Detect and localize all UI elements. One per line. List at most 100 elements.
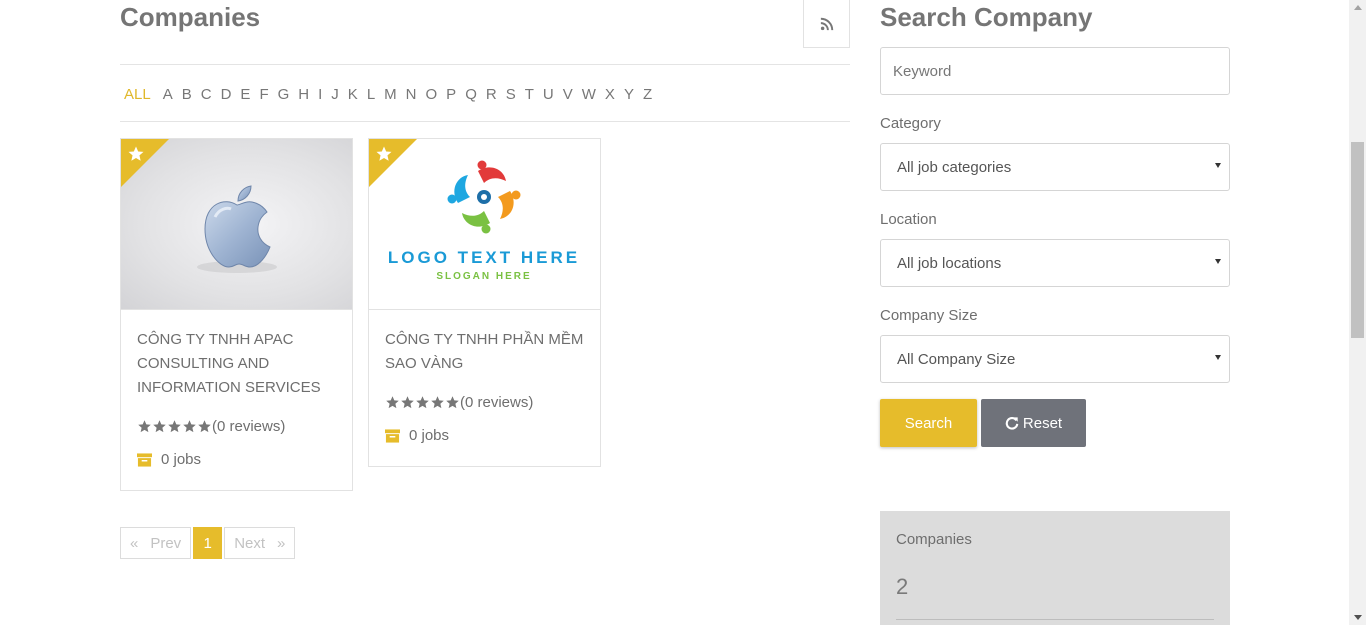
refresh-icon <box>1005 417 1019 430</box>
letter-filter-q[interactable]: Q <box>465 86 477 103</box>
company-name[interactable]: CÔNG TY TNHH PHẦN MỀM SAO VÀNG <box>385 328 584 376</box>
letter-filter-z[interactable]: Z <box>643 86 652 103</box>
letter-filter-r[interactable]: R <box>486 86 497 103</box>
letter-filter-l[interactable]: L <box>367 86 375 103</box>
star-icon <box>183 420 196 433</box>
location-value: All job locations <box>897 254 1002 272</box>
letter-filter-k[interactable]: K <box>348 86 358 103</box>
letter-filter-h[interactable]: H <box>298 86 309 103</box>
star-icon <box>198 420 211 433</box>
star-icon <box>416 396 429 409</box>
review-count[interactable]: (0 reviews) <box>212 418 285 435</box>
archive-icon <box>385 428 400 443</box>
rating-stars <box>137 419 212 434</box>
star-icon <box>128 146 144 161</box>
page: Companies ALL A B C D E F G H I J K L M N O P Q R S T U V W X Y Z <box>0 0 1366 625</box>
archive-icon <box>137 452 152 467</box>
next-page-button[interactable]: Next » <box>224 527 296 559</box>
alphabet-filter: ALL A B C D E F G H I J K L M N O P Q R S T U V W X Y Z <box>120 84 661 104</box>
location-select[interactable]: All job locations <box>880 239 1230 287</box>
company-stats-box: Companies 2 <box>880 511 1230 625</box>
logo-text: LOGO TEXT HERE <box>388 248 580 267</box>
company-rating: (0 reviews) <box>385 394 584 411</box>
scroll-down-icon[interactable] <box>1354 615 1362 620</box>
company-logo[interactable]: LOGO TEXT HERE SLOGAN HERE <box>369 139 600 310</box>
stats-divider <box>896 619 1214 620</box>
letter-filter-a[interactable]: A <box>163 86 173 103</box>
caret-down-icon <box>1215 259 1221 264</box>
reset-label: Reset <box>1022 414 1063 432</box>
letter-filter-all[interactable]: ALL <box>124 86 151 103</box>
letter-filter-v[interactable]: V <box>563 86 573 103</box>
rss-icon <box>820 17 833 30</box>
caret-down-icon <box>1215 163 1221 168</box>
logo-slogan: SLOGAN HERE <box>436 271 531 282</box>
letter-filter-y[interactable]: Y <box>624 86 634 103</box>
reset-button[interactable]: Reset <box>981 399 1086 447</box>
rss-button[interactable] <box>803 0 850 48</box>
divider-top <box>120 64 850 65</box>
scroll-up-icon[interactable] <box>1354 5 1362 10</box>
letter-filter-f[interactable]: F <box>259 86 268 103</box>
star-icon <box>138 420 151 433</box>
category-select[interactable]: All job categories <box>880 143 1230 191</box>
search-button[interactable]: Search <box>880 399 977 447</box>
job-count-label: 0 jobs <box>161 451 202 468</box>
letter-filter-i[interactable]: I <box>318 86 322 103</box>
letter-filter-d[interactable]: D <box>221 86 232 103</box>
letter-filter-g[interactable]: G <box>278 86 290 103</box>
star-icon <box>446 396 459 409</box>
letter-filter-c[interactable]: C <box>201 86 212 103</box>
scroll-thumb[interactable] <box>1351 142 1364 338</box>
letter-filter-s[interactable]: S <box>506 86 516 103</box>
job-count: 0 jobs <box>137 451 336 468</box>
letter-filter-e[interactable]: E <box>240 86 250 103</box>
sidebar-title: Search Company <box>880 2 1093 32</box>
letter-filter-n[interactable]: N <box>406 86 417 103</box>
star-icon <box>431 396 444 409</box>
page-1-button[interactable]: 1 <box>193 527 223 559</box>
next-arrow: » <box>277 534 286 552</box>
letter-filter-u[interactable]: U <box>543 86 554 103</box>
company-name[interactable]: CÔNG TY TNHH APAC CONSULTING AND INFORMA… <box>137 328 336 400</box>
stats-value: 2 <box>896 574 909 599</box>
star-icon <box>168 420 181 433</box>
company-card[interactable]: LOGO TEXT HERE SLOGAN HERE CÔNG TY TNHH … <box>368 138 601 467</box>
letter-filter-x[interactable]: X <box>605 86 615 103</box>
keyword-input[interactable]: Keyword <box>880 47 1230 95</box>
next-label: Next <box>234 534 266 552</box>
review-count[interactable]: (0 reviews) <box>460 394 533 411</box>
keyword-placeholder: Keyword <box>893 62 952 80</box>
category-label: Category <box>880 115 941 132</box>
location-label: Location <box>880 211 937 228</box>
job-count-label: 0 jobs <box>409 427 450 444</box>
stats-label: Companies <box>896 531 972 548</box>
prev-label: Prev <box>150 534 182 552</box>
star-icon <box>401 396 414 409</box>
star-icon <box>376 146 392 161</box>
prev-page-button[interactable]: « Prev <box>120 527 192 559</box>
prev-arrow: « <box>130 534 139 552</box>
letter-filter-b[interactable]: B <box>182 86 192 103</box>
company-size-value: All Company Size <box>897 350 1016 368</box>
letter-filter-m[interactable]: M <box>384 86 397 103</box>
company-rating: (0 reviews) <box>137 418 336 435</box>
company-size-label: Company Size <box>880 307 978 324</box>
company-card[interactable]: CÔNG TY TNHH APAC CONSULTING AND INFORMA… <box>120 138 353 491</box>
company-logo[interactable] <box>121 139 352 310</box>
company-size-select[interactable]: All Company Size <box>880 335 1230 383</box>
rating-stars <box>385 395 460 410</box>
letter-filter-o[interactable]: O <box>426 86 438 103</box>
letter-filter-w[interactable]: W <box>582 86 596 103</box>
star-icon <box>386 396 399 409</box>
category-value: All job categories <box>897 158 1012 176</box>
divider-bottom <box>120 121 850 122</box>
companies-main: Companies ALL A B C D E F G H I J K L M N O P Q R S T U V W X Y Z <box>120 0 850 625</box>
page-title: Companies <box>120 2 261 32</box>
letter-filter-p[interactable]: P <box>446 86 456 103</box>
star-icon <box>153 420 166 433</box>
search-sidebar: Search Company Keyword Category All job … <box>880 0 1230 625</box>
letter-filter-j[interactable]: J <box>331 86 339 103</box>
letter-filter-t[interactable]: T <box>525 86 534 103</box>
vertical-scrollbar[interactable] <box>1349 0 1366 625</box>
